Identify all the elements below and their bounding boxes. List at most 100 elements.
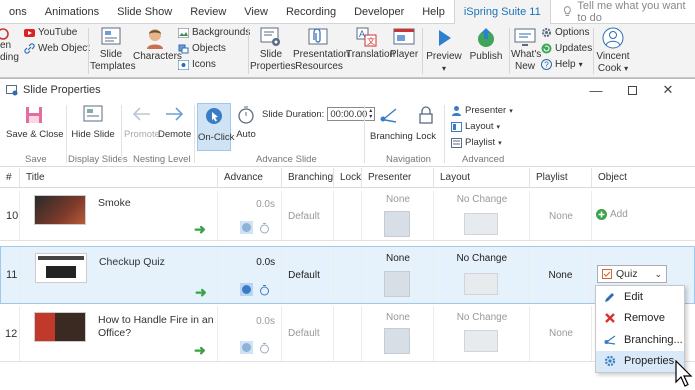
branching-icon <box>380 108 397 123</box>
player-button[interactable]: Player <box>389 27 419 61</box>
timer-icon[interactable] <box>259 222 270 234</box>
tab-view[interactable]: View <box>235 0 277 24</box>
presenter-dropdown[interactable]: Presenter ▾ <box>451 105 513 116</box>
layout-preview-icon[interactable] <box>464 213 498 235</box>
close-button[interactable]: ✕ <box>650 79 686 101</box>
tab-recording[interactable]: Recording <box>277 0 345 24</box>
playlist-value[interactable]: None <box>530 211 592 222</box>
dialog-title: Slide Properties <box>23 84 101 96</box>
presenter-avatar-icon[interactable] <box>384 328 410 354</box>
open-recording-button[interactable]: en ding <box>0 28 20 64</box>
layout-value: No Change <box>456 312 508 323</box>
branching-value[interactable]: Default <box>288 328 320 339</box>
icons-button[interactable]: Icons <box>178 59 216 70</box>
group-label-advance: Advance Slide <box>256 154 317 165</box>
presenter-icon <box>452 106 461 116</box>
tab-review[interactable]: Review <box>181 0 235 24</box>
branching-button[interactable]: Branching <box>370 105 413 142</box>
object-context-menu: Edit Remove Branching... Properties <box>595 285 685 373</box>
account-button[interactable]: Vincent Cook ▾ <box>595 27 631 75</box>
tab-help[interactable]: Help <box>413 0 454 24</box>
slide-duration-input[interactable]: 00:00.00 ▴ ▾ <box>327 107 376 121</box>
svg-text:?: ? <box>544 61 549 70</box>
backgrounds-button[interactable]: Backgrounds <box>178 27 250 38</box>
table-row[interactable]: 12 How to Handle Fire in an Office? ➜ 0.… <box>0 306 695 362</box>
menu-item-branching[interactable]: Branching... <box>596 329 684 351</box>
col-object: Object <box>598 172 627 183</box>
menu-item-edit[interactable]: Edit <box>596 286 684 308</box>
objects-icon <box>178 44 189 53</box>
powerpoint-ribbon: en ding YouTube Web Object Slide Templat… <box>0 24 695 78</box>
help-button[interactable]: ? Help ▾ <box>541 59 583 70</box>
slide-properties-title-icon <box>6 84 18 95</box>
user-avatar-icon <box>602 27 624 49</box>
tab-developer[interactable]: Developer <box>345 0 413 24</box>
mouse-click-icon <box>206 108 222 124</box>
demote-button[interactable]: Demote <box>158 105 191 140</box>
layout-preview-icon[interactable] <box>463 273 498 295</box>
backgrounds-icon <box>178 27 189 38</box>
hide-slide-button[interactable]: Hide Slide <box>70 105 116 140</box>
translation-button[interactable]: A文 Translation <box>346 27 395 61</box>
timer-icon[interactable] <box>259 284 270 296</box>
col-number: # <box>0 168 20 187</box>
playlist-value[interactable]: None <box>530 328 592 339</box>
add-object-button[interactable]: Add <box>596 209 628 220</box>
col-advance: Advance <box>218 168 282 187</box>
presentation-resources-button[interactable]: Presentation Resources <box>293 27 349 73</box>
table-row-selected[interactable]: 11 Checkup Quiz ➜ 0.0s Default None No C… <box>0 246 695 304</box>
slide-templates-button[interactable]: Slide Templates <box>90 27 136 73</box>
youtube-button[interactable]: YouTube <box>24 27 77 38</box>
tab-ispring-suite[interactable]: iSpring Suite 11 <box>453 0 551 24</box>
branching-value[interactable]: Default <box>288 270 320 281</box>
branching-icon <box>604 335 616 345</box>
tell-me-box[interactable]: Tell me what you want to do <box>551 0 695 24</box>
publish-button[interactable]: Publish <box>466 27 506 63</box>
promote-button[interactable]: Promote <box>124 105 160 140</box>
table-header: # Title Advance Branching Lock Presenter… <box>0 168 695 188</box>
layout-dropdown[interactable]: Layout ▾ <box>451 121 500 132</box>
layout-preview-icon[interactable] <box>464 330 498 352</box>
advance-arrow-icon: ➜ <box>194 221 206 237</box>
tab-animations[interactable]: Animations <box>36 0 108 24</box>
arrow-left-icon <box>132 107 150 121</box>
save-close-button[interactable]: Save & Close <box>6 105 64 140</box>
slide-properties-button[interactable]: Slide Properties <box>250 27 296 73</box>
whats-new-button[interactable]: What's New <box>511 27 541 73</box>
refresh-icon <box>541 43 552 54</box>
lightbulb-icon <box>563 6 571 16</box>
menu-item-remove[interactable]: Remove <box>596 308 684 330</box>
whats-new-icon <box>514 28 536 46</box>
tab-slide-show[interactable]: Slide Show <box>108 0 181 24</box>
on-click-icon[interactable] <box>240 341 253 354</box>
updates-button[interactable]: Updates <box>541 43 592 54</box>
timer-icon[interactable] <box>259 342 270 354</box>
presenter-avatar-icon[interactable] <box>384 211 410 237</box>
maximize-button[interactable] <box>614 79 650 101</box>
menu-item-properties[interactable]: Properties <box>596 350 684 372</box>
play-icon <box>439 30 451 46</box>
preview-button[interactable]: Preview ▾ <box>424 27 464 75</box>
branching-value[interactable]: Default <box>288 211 320 222</box>
advance-time: 0.0s <box>256 199 275 210</box>
on-click-icon[interactable] <box>240 221 253 234</box>
pencil-icon <box>605 292 614 302</box>
playlist-icon <box>451 137 462 148</box>
objects-button[interactable]: Objects <box>178 43 226 54</box>
playlist-value[interactable]: None <box>529 270 591 281</box>
slide-thumbnail <box>34 253 87 283</box>
auto-button[interactable]: Auto <box>234 105 258 140</box>
playlist-dropdown[interactable]: Playlist ▾ <box>451 137 502 148</box>
lock-button[interactable]: Lock <box>414 105 438 142</box>
table-row[interactable]: 10 Smoke ➜ 0.0s Default None No Change N… <box>0 191 695 241</box>
web-object-button[interactable]: Web Object <box>24 43 90 54</box>
minimize-button[interactable]: — <box>578 79 614 101</box>
presenter-avatar-icon[interactable] <box>383 271 410 297</box>
tab-transitions[interactable]: ons <box>0 0 36 24</box>
layout-value: No Change <box>456 253 508 264</box>
options-button[interactable]: Options <box>541 27 589 38</box>
on-click-button[interactable]: On-Click <box>197 103 234 151</box>
on-click-icon[interactable] <box>240 283 254 296</box>
characters-button[interactable]: Characters <box>133 27 182 63</box>
object-dropdown[interactable]: Quiz ⌄ <box>597 265 667 283</box>
